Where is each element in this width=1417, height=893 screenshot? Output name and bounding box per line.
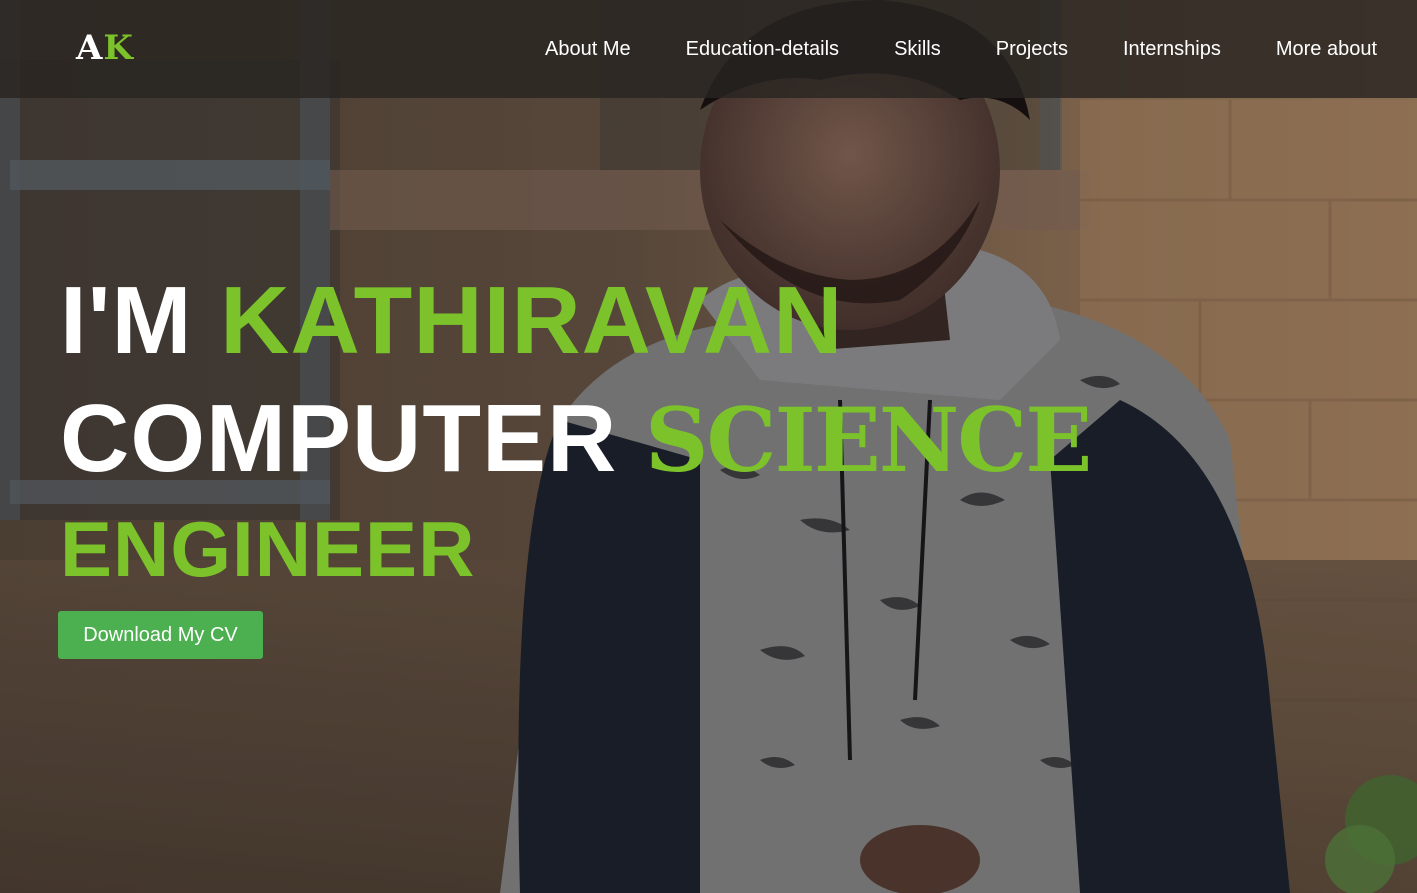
nav-more-about[interactable]: More about	[1276, 36, 1377, 62]
headline-computer: COMPUTER	[60, 385, 618, 492]
headline-name: KATHIRAVAN	[220, 267, 844, 374]
nav-menu: About Me Education-details Skills Projec…	[490, 36, 1377, 62]
headline-engineer: ENGINEER	[60, 505, 476, 593]
logo[interactable]: AK	[76, 28, 134, 68]
nav-internships[interactable]: Internships	[1123, 36, 1221, 62]
nav-about-me[interactable]: About Me	[545, 36, 631, 62]
nav-education-details[interactable]: Education-details	[686, 36, 839, 62]
navbar: AK About Me Education-details Skills Pro…	[0, 0, 1417, 98]
logo-letter-k: K	[103, 28, 134, 68]
logo-letter-a: A	[76, 28, 104, 68]
headline-line-3: ENGINEER	[60, 499, 1090, 599]
nav-skills[interactable]: Skills	[894, 36, 941, 62]
download-cv-button[interactable]: Download My CV	[58, 611, 263, 659]
headline-science: SCIENCE	[645, 388, 1092, 492]
hero-headline: I'M KATHIRAVAN COMPUTER SCIENCE ENGINEER	[60, 262, 1092, 599]
hero-section: AK About Me Education-details Skills Pro…	[0, 0, 1417, 893]
headline-line-2: COMPUTER SCIENCE	[60, 380, 1092, 499]
nav-projects[interactable]: Projects	[996, 36, 1068, 62]
headline-prefix: I'M	[60, 267, 193, 374]
headline-line-1: I'M KATHIRAVAN	[60, 262, 1090, 380]
